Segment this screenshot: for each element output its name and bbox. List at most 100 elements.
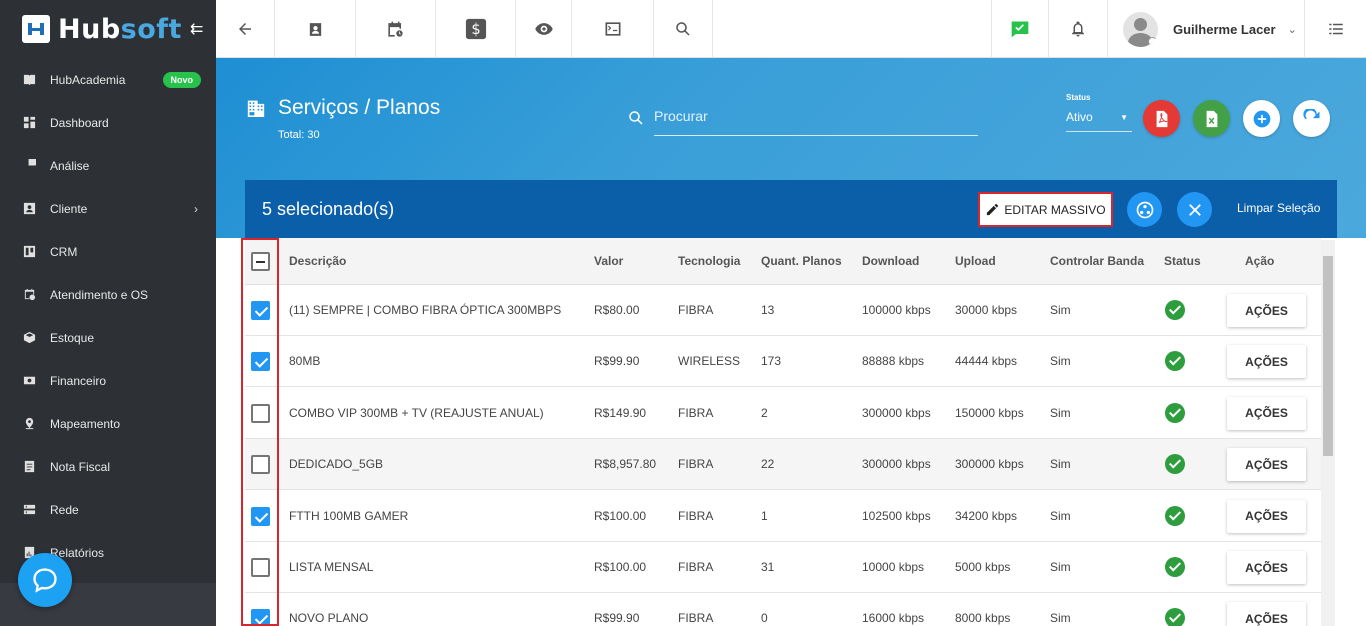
arrow-left-icon [239, 23, 251, 35]
row-actions-button[interactable]: AÇÕES [1227, 294, 1306, 327]
contacts-button[interactable] [275, 0, 356, 58]
svg-text:$: $ [471, 21, 480, 38]
col-download[interactable]: Download [862, 254, 919, 268]
row-checkbox[interactable] [251, 455, 270, 475]
row-actions-button[interactable]: AÇÕES [1227, 448, 1306, 482]
status-label: Status [1066, 93, 1091, 102]
sidebar-item-rede[interactable]: Rede [0, 488, 216, 531]
table-row[interactable]: NOVO PLANO R$99.90 FIBRA 0 16000 kbps 8000 kb… [245, 593, 1321, 626]
cell-download: 102500 kbps [862, 508, 931, 523]
cell-tecnologia: FIBRA [678, 457, 714, 472]
row-actions-button[interactable]: AÇÕES [1227, 551, 1306, 584]
dashboard-icon [22, 116, 36, 130]
col-tecnologia[interactable]: Tecnologia [678, 254, 740, 268]
table-row[interactable]: LISTA MENSAL R$100.00 FIBRA 31 10000 kbps 500… [245, 542, 1321, 593]
terminal-icon [605, 22, 620, 36]
network-icon [1136, 201, 1153, 218]
finance-button[interactable]: $ [436, 0, 516, 58]
status-active-icon [1165, 402, 1185, 423]
row-checkbox[interactable] [251, 301, 270, 320]
col-valor[interactable]: Valor [594, 254, 623, 268]
clear-selection-link[interactable]: Limpar Seleção [1237, 201, 1320, 215]
cell-upload: 300000 kbps [955, 457, 1024, 472]
sidebar-item-cliente[interactable]: Cliente › [0, 187, 216, 230]
chat-button[interactable] [18, 553, 72, 607]
status-active-icon [1165, 454, 1185, 475]
cell-banda: Sim [1050, 405, 1071, 420]
sidebar-item-crm[interactable]: CRM [0, 230, 216, 273]
close-selection-button[interactable] [1177, 192, 1212, 227]
sidebar-item-atendimento-e-os[interactable]: Atendimento e OS [0, 273, 216, 316]
selection-bar: 5 selecionado(s) EDITAR MASSIVO Limpar S… [245, 180, 1337, 238]
bulk-action-button[interactable] [1127, 192, 1162, 227]
logo-icon [22, 15, 50, 43]
row-actions-button[interactable]: AÇÕES [1227, 345, 1306, 379]
collapse-menu-icon[interactable]: ⇇ [190, 19, 203, 39]
col-controlar-banda[interactable]: Controlar Banda [1050, 254, 1144, 268]
cell-download: 10000 kbps [862, 560, 925, 574]
server-icon [22, 503, 36, 517]
refresh-button[interactable] [1293, 100, 1330, 137]
col-descricao[interactable]: Descrição [289, 254, 346, 268]
sidebar-item-estoque[interactable]: Estoque [0, 316, 216, 359]
export-excel-button[interactable] [1193, 100, 1230, 137]
sidebar-item-hubacademia[interactable]: HubAcademia Novo [0, 58, 216, 101]
sidebar-item-label: Rede [50, 502, 79, 517]
sidebar-item-análise[interactable]: Análise [0, 144, 216, 187]
row-checkbox[interactable] [251, 506, 270, 526]
status-active-icon [1165, 505, 1185, 526]
cell-descricao: (11) SEMPRE | COMBO FIBRA ÓPTICA 300MBPS [289, 303, 562, 317]
col-upload[interactable]: Upload [955, 254, 996, 268]
cell-valor: R$99.90 [594, 354, 640, 369]
sidebar-item-dashboard[interactable]: Dashboard [0, 101, 216, 144]
avatar [1123, 11, 1158, 47]
list-menu-button[interactable] [1305, 0, 1366, 58]
table-row[interactable]: COMBO VIP 300MB + TV (REAJUSTE ANUAL) R$1… [245, 388, 1321, 439]
table-row[interactable]: DEDICADO_5GB R$8,957.80 FIBRA 22 300000 kbps… [245, 439, 1321, 491]
select-all-checkbox[interactable] [251, 252, 270, 271]
scrollbar[interactable] [1321, 240, 1335, 626]
col-quant-planos[interactable]: Quant. Planos [761, 254, 842, 268]
cell-download: 16000 kbps [862, 611, 925, 626]
row-actions-button[interactable]: AÇÕES [1227, 396, 1306, 430]
view-button[interactable] [516, 0, 572, 58]
scroll-thumb[interactable] [1323, 256, 1333, 456]
row-checkbox[interactable] [251, 558, 270, 577]
cell-download: 88888 kbps [862, 354, 925, 369]
export-pdf-button[interactable] [1143, 100, 1180, 137]
bulk-edit-button[interactable]: EDITAR MASSIVO [978, 192, 1113, 227]
sidebar-item-nota-fiscal[interactable]: Nota Fiscal [0, 445, 216, 488]
cell-descricao: NOVO PLANO [289, 611, 369, 626]
clock-icon [22, 288, 36, 302]
sidebar-item-mapeamento[interactable]: Mapeamento [0, 402, 216, 445]
list-icon [1328, 23, 1343, 35]
sidebar-item-label: Atendimento e OS [50, 287, 149, 302]
table-row[interactable]: 80MB R$99.90 WIRELESS 173 88888 kbps 44444 kb… [245, 336, 1321, 388]
tasks-button[interactable] [991, 0, 1049, 58]
table-row[interactable]: (11) SEMPRE | COMBO FIBRA ÓPTICA 300MBPS… [245, 285, 1321, 336]
terminal-button[interactable] [572, 0, 654, 58]
back-button[interactable] [216, 0, 275, 58]
sidebar-item-label: Nota Fiscal [50, 459, 111, 474]
add-button[interactable] [1243, 100, 1280, 137]
sidebar-item-financeiro[interactable]: Financeiro [0, 359, 216, 402]
search-button[interactable] [654, 0, 713, 58]
pie-chart-icon [22, 159, 36, 173]
pdf-icon [1156, 110, 1167, 127]
row-checkbox[interactable] [251, 352, 270, 372]
notifications-button[interactable] [1049, 0, 1108, 58]
row-actions-button[interactable]: AÇÕES [1227, 602, 1306, 626]
row-checkbox[interactable] [251, 609, 270, 626]
cell-descricao: FTTH 100MB GAMER [289, 508, 409, 523]
table-row[interactable]: FTTH 100MB GAMER R$100.00 FIBRA 1 102500 kbp… [245, 491, 1321, 542]
cell-valor: R$100.00 [594, 560, 647, 574]
status-select[interactable]: Ativo ▼ [1066, 110, 1132, 132]
user-menu[interactable]: Guilherme Lacer ⌄ [1108, 0, 1305, 58]
row-checkbox[interactable] [251, 403, 270, 423]
brand-name: Hubsoft [58, 13, 182, 45]
row-actions-button[interactable]: AÇÕES [1227, 499, 1306, 533]
cell-banda: Sim [1050, 508, 1071, 523]
schedule-button[interactable] [356, 0, 436, 58]
search-input[interactable] [654, 108, 978, 124]
col-status[interactable]: Status [1164, 254, 1201, 268]
